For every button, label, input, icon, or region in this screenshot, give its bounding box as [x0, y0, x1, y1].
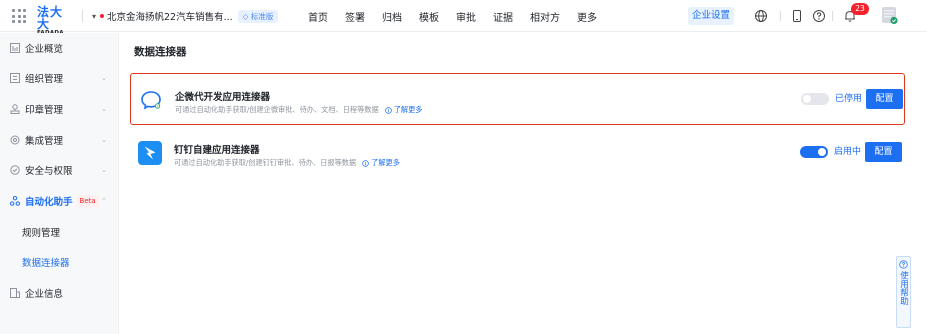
chevron-up-icon: ⌃	[101, 197, 107, 205]
learn-more-link[interactable]: 了解更多	[384, 105, 423, 115]
status-dot	[100, 14, 105, 18]
toggle-knob	[818, 148, 826, 156]
sidebar-item-label: 安全与权限	[25, 166, 73, 177]
learn-more-label: 了解更多	[371, 158, 400, 167]
integration-icon	[10, 135, 20, 145]
edition-badge: ◇ 标准版	[237, 9, 279, 23]
sidebar-item-label: 组织管理	[25, 74, 64, 85]
connector-title: 企微代开发应用连接器	[175, 92, 271, 103]
connector-status: 启用中	[834, 147, 862, 157]
connector-toggle[interactable]	[800, 146, 828, 158]
info-icon	[384, 106, 392, 114]
sidebar-item-automation[interactable]: 自动化助手 Beta ⌃	[0, 186, 119, 216]
sidebar-item-label: 数据连接器	[22, 258, 70, 269]
sidebar-item-label: 规则管理	[22, 228, 61, 239]
nav-sign[interactable]: 签署	[345, 9, 365, 24]
connector-desc-text: 可通过自动化助手获取/创建钉钉审批、待办、日报等数据	[174, 158, 357, 167]
configure-button[interactable]: 配置	[865, 142, 902, 162]
sidebar-item-label: 集成管理	[25, 136, 64, 147]
help-icon[interactable]	[812, 9, 826, 23]
main-content: 数据连接器 企微代开发应用连接器 可通过自动化助手获取/创建企微审批、待办、文档…	[120, 33, 927, 334]
help-icon	[899, 260, 908, 269]
dingtalk-icon	[138, 141, 162, 165]
sidebar-item-label: 企业概览	[25, 44, 64, 55]
chevron-down-icon: ⌄	[101, 166, 107, 174]
enterprise-settings-button[interactable]: 企业设置	[688, 7, 734, 25]
page-title: 数据连接器	[134, 46, 187, 58]
company-switcher[interactable]: ▾ 北京金海扬帆22汽车销售有... ◇ 标准版	[92, 8, 279, 24]
sidebar-item-overview[interactable]: 企业概览	[0, 33, 119, 63]
sidebar-item-label: 企业信息	[25, 289, 64, 300]
sidebar-item-security[interactable]: 安全与权限 ⌄	[0, 155, 119, 185]
nav-counterparty[interactable]: 相对方	[530, 9, 560, 24]
company-name: 北京金海扬帆22汽车销售有...	[107, 12, 233, 23]
brand-logo[interactable]: 法大大 FADADA	[37, 5, 73, 36]
nav-home[interactable]: 首页	[308, 9, 328, 24]
connector-desc-text: 可通过自动化助手获取/创建企微审批、待办、文档、日程等数据	[175, 105, 379, 114]
beta-tag: Beta	[76, 195, 99, 207]
company-info-icon	[10, 288, 20, 298]
nav-templates[interactable]: 模板	[419, 9, 439, 24]
avatar[interactable]	[879, 5, 899, 25]
nav-approval[interactable]: 审批	[456, 9, 476, 24]
info-icon	[362, 159, 369, 167]
sidebar-item-label: 印章管理	[25, 105, 64, 116]
connector-toggle[interactable]	[801, 93, 829, 105]
help-float-label: 使用帮助	[898, 271, 909, 305]
chevron-down-icon: ⌄	[101, 136, 107, 144]
help-float-button[interactable]: 使用帮助	[896, 256, 911, 328]
sidebar: 企业概览 组织管理 ⌄ 印章管理 ⌄ 集成管理 ⌄ 安全与权限 ⌄ 自动化助手 …	[0, 33, 119, 334]
mobile-icon[interactable]	[790, 9, 804, 23]
main-nav: 首页 签署 归档 模板 审批 证据 相对方 更多	[308, 0, 614, 32]
seal-icon	[10, 104, 20, 114]
shield-icon	[10, 165, 20, 175]
brand-name-cn: 法大大	[37, 5, 64, 31]
connector-title: 钉钉自建应用连接器	[174, 145, 260, 156]
configure-button[interactable]: 配置	[866, 89, 903, 109]
sidebar-item-organization[interactable]: 组织管理 ⌄	[0, 63, 119, 93]
connector-card-dingtalk: 钉钉自建应用连接器 可通过自动化助手获取/创建钉钉审批、待办、日报等数据 了解更…	[130, 127, 905, 179]
sidebar-item-seal[interactable]: 印章管理 ⌄	[0, 94, 119, 124]
app-grid-icon[interactable]	[12, 9, 26, 23]
connector-card-wecom: 企微代开发应用连接器 可通过自动化助手获取/创建企微审批、待办、文档、日程等数据…	[130, 73, 905, 125]
notification-badge: 23	[851, 3, 869, 15]
wecom-icon	[141, 91, 161, 110]
top-bar: 法大大 FADADA ▾ 北京金海扬帆22汽车销售有... ◇ 标准版 首页 签…	[0, 0, 927, 36]
sidebar-item-label: 自动化助手	[25, 197, 73, 208]
automation-icon	[10, 196, 20, 206]
nav-more[interactable]: 更多	[577, 9, 597, 24]
divider	[82, 10, 83, 22]
connector-description: 可通过自动化助手获取/创建企微审批、待办、文档、日程等数据 了解更多	[175, 105, 422, 115]
organization-icon	[10, 73, 20, 83]
globe-icon[interactable]	[754, 9, 768, 23]
sidebar-item-data-connector[interactable]: 数据连接器	[0, 247, 119, 277]
learn-more-link[interactable]: 了解更多	[362, 158, 400, 168]
nav-evidence[interactable]: 证据	[493, 9, 513, 24]
divider	[780, 11, 781, 21]
toggle-knob	[803, 95, 811, 103]
divider	[832, 11, 833, 21]
chevron-down-icon: ⌄	[101, 105, 107, 113]
connector-status: 已停用	[835, 94, 863, 104]
learn-more-label: 了解更多	[393, 105, 423, 114]
sidebar-item-rules[interactable]: 规则管理	[0, 217, 119, 247]
chevron-down-icon: ▾	[92, 11, 97, 21]
nav-archive[interactable]: 归档	[382, 9, 402, 24]
overview-icon	[10, 43, 20, 53]
connector-description: 可通过自动化助手获取/创建钉钉审批、待办、日报等数据 了解更多	[174, 158, 400, 168]
chevron-down-icon: ⌄	[101, 74, 107, 82]
sidebar-item-company-info[interactable]: 企业信息	[0, 278, 119, 308]
sidebar-item-integration[interactable]: 集成管理 ⌄	[0, 125, 119, 155]
